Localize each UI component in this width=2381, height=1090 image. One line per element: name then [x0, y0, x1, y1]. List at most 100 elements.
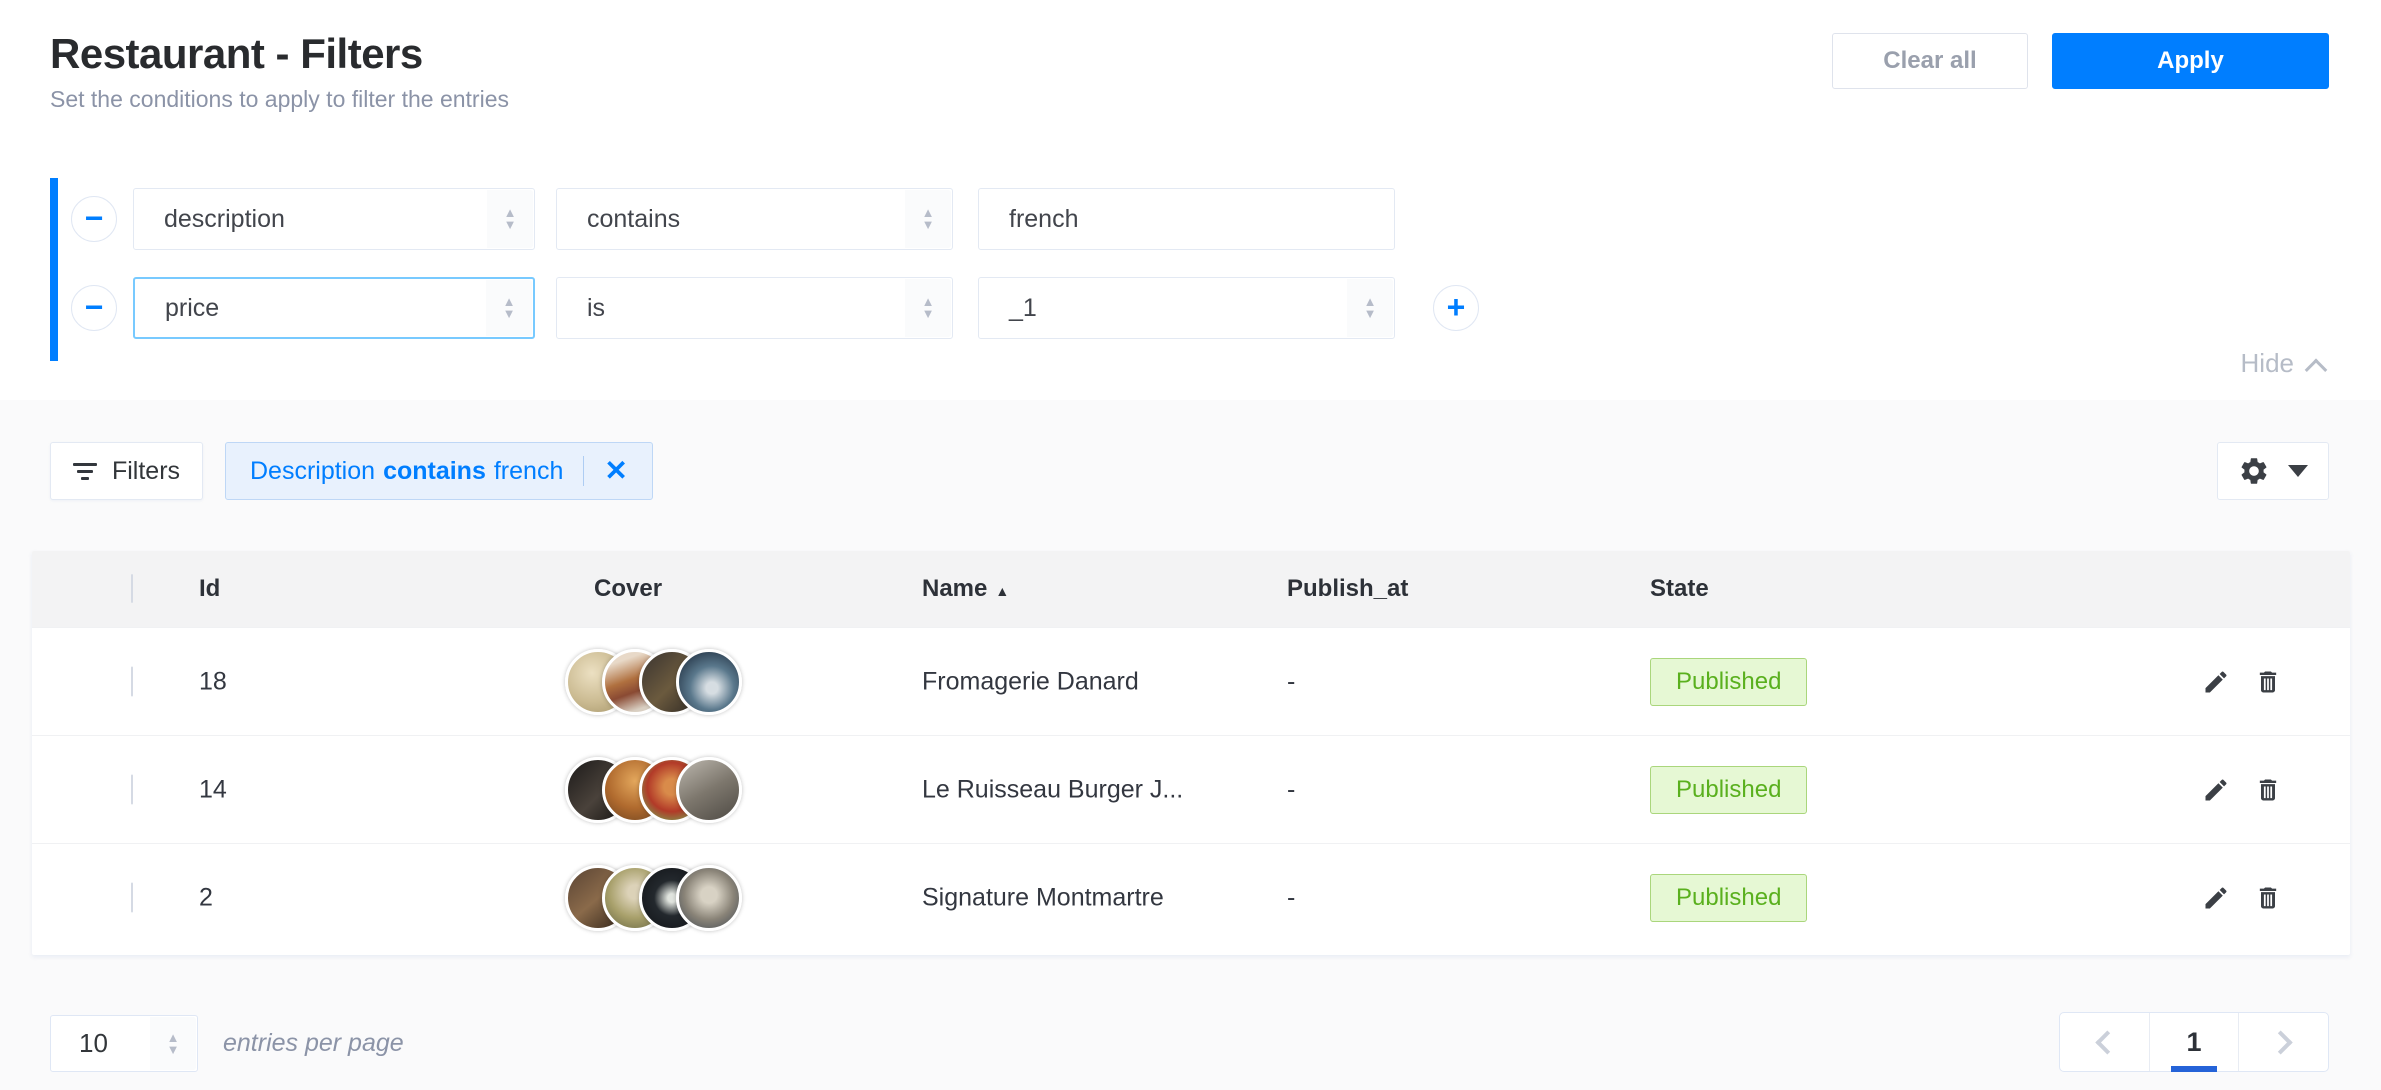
- chip-operator: contains: [383, 457, 486, 486]
- page-subtitle: Set the conditions to apply to filter th…: [50, 86, 509, 113]
- filter-value-text: french: [1009, 205, 1078, 234]
- field-select[interactable]: price ▲▼: [133, 277, 535, 339]
- filters-button-label: Filters: [112, 457, 180, 486]
- edit-icon[interactable]: [2202, 776, 2230, 804]
- row-checkbox[interactable]: [131, 666, 133, 696]
- cover-thumbnails: [565, 757, 745, 823]
- chevron-down-icon: [2288, 465, 2308, 477]
- column-header-id[interactable]: Id: [199, 575, 220, 603]
- cell-id: 18: [199, 667, 227, 696]
- cell-publish-at: -: [1287, 775, 1295, 804]
- clear-all-button[interactable]: Clear all: [1832, 33, 2028, 89]
- spinner-arrows-icon: ▲▼: [905, 190, 951, 248]
- cover-thumbnails: [565, 865, 745, 931]
- cover-image: [676, 865, 742, 931]
- chip-value: french: [494, 457, 563, 486]
- list-toolbar: Filters Description contains french ✕: [50, 442, 2329, 500]
- apply-button[interactable]: Apply: [2052, 33, 2329, 89]
- filter-value-text: _1: [1009, 294, 1037, 323]
- chevron-right-icon: [2269, 1030, 2293, 1054]
- delete-icon[interactable]: [2254, 668, 2282, 696]
- pagination: 1: [2059, 1012, 2329, 1072]
- chevron-up-icon: [2305, 358, 2328, 381]
- column-header-cover: Cover: [594, 575, 662, 603]
- spinner-arrows-icon: ▲▼: [150, 1017, 196, 1070]
- filters-button[interactable]: Filters: [50, 442, 203, 500]
- delete-icon[interactable]: [2254, 884, 2282, 912]
- view-settings-button[interactable]: [2217, 442, 2329, 500]
- spinner-arrows-icon: ▲▼: [905, 279, 951, 337]
- entries-per-page-label: entries per page: [223, 1029, 404, 1058]
- filter-condition-row: − price ▲▼ is ▲▼ _1 ▲▼ +: [71, 277, 1479, 339]
- chevron-left-icon: [2095, 1030, 2119, 1054]
- cell-name: Fromagerie Danard: [922, 667, 1139, 696]
- filter-icon: [73, 463, 97, 480]
- spinner-arrows-icon: ▲▼: [486, 280, 532, 336]
- hide-label: Hide: [2241, 348, 2294, 379]
- spinner-arrows-icon: ▲▼: [1347, 279, 1393, 337]
- cover-thumbnails: [565, 649, 745, 715]
- column-header-state[interactable]: State: [1650, 575, 1709, 603]
- close-icon[interactable]: ✕: [604, 457, 627, 485]
- active-filter-chip[interactable]: Description contains french ✕: [225, 442, 653, 500]
- operator-select[interactable]: contains ▲▼: [556, 188, 953, 250]
- column-header-name[interactable]: Name▲: [922, 575, 1009, 603]
- current-page-number: 1: [2186, 1027, 2201, 1058]
- table-row[interactable]: 2 Signature Montmartre - Published: [32, 843, 2350, 951]
- current-page-indicator: [2171, 1066, 2217, 1072]
- spinner-arrows-icon: ▲▼: [487, 190, 533, 248]
- page-number-button[interactable]: 1: [2149, 1013, 2239, 1071]
- filter-value-input[interactable]: french: [978, 188, 1395, 250]
- page-header: Restaurant - Filters Set the conditions …: [50, 30, 509, 113]
- page-size-select[interactable]: 10 ▲▼: [50, 1015, 198, 1072]
- row-checkbox[interactable]: [131, 774, 133, 804]
- page-title: Restaurant - Filters: [50, 30, 509, 78]
- remove-condition-button[interactable]: −: [71, 196, 117, 242]
- table-row[interactable]: 18 Fromagerie Danard - Published: [32, 627, 2350, 735]
- field-select-value: price: [165, 294, 219, 323]
- filter-group-accent-bar: [50, 178, 58, 361]
- status-badge: Published: [1650, 766, 1807, 814]
- chip-field: Description: [250, 457, 375, 486]
- delete-icon[interactable]: [2254, 776, 2282, 804]
- operator-select[interactable]: is ▲▼: [556, 277, 953, 339]
- hide-filters-link[interactable]: Hide: [2241, 348, 2324, 379]
- cover-image: [676, 757, 742, 823]
- header-actions: Clear all Apply: [1832, 33, 2329, 89]
- previous-page-button[interactable]: [2060, 1013, 2149, 1071]
- edit-icon[interactable]: [2202, 668, 2230, 696]
- edit-icon[interactable]: [2202, 884, 2230, 912]
- page-size-value: 10: [79, 1028, 108, 1059]
- minus-icon: −: [85, 202, 104, 234]
- entries-table: Id Cover Name▲ Publish_at State 18 Froma…: [32, 551, 2350, 955]
- operator-select-value: contains: [587, 205, 680, 234]
- cell-id: 14: [199, 775, 227, 804]
- filter-value-number-input[interactable]: _1 ▲▼: [978, 277, 1395, 339]
- gear-icon: [2238, 455, 2270, 487]
- status-badge: Published: [1650, 658, 1807, 706]
- column-header-publish-at[interactable]: Publish_at: [1287, 575, 1408, 603]
- plus-icon: +: [1447, 291, 1466, 323]
- field-select[interactable]: description ▲▼: [133, 188, 535, 250]
- cover-image: [676, 649, 742, 715]
- cell-name: Signature Montmartre: [922, 883, 1164, 912]
- minus-icon: −: [85, 291, 104, 323]
- next-page-button[interactable]: [2238, 1013, 2328, 1071]
- filters-panel: Restaurant - Filters Set the conditions …: [0, 0, 2381, 400]
- operator-select-value: is: [587, 294, 605, 323]
- status-badge: Published: [1650, 874, 1807, 922]
- row-checkbox[interactable]: [131, 882, 133, 912]
- table-header-row: Id Cover Name▲ Publish_at State: [32, 551, 2350, 627]
- field-select-value: description: [164, 205, 285, 234]
- chip-divider: [583, 456, 584, 486]
- select-all-checkbox[interactable]: [131, 574, 133, 603]
- cell-name: Le Ruisseau Burger J...: [922, 775, 1183, 804]
- filter-condition-row: − description ▲▼ contains ▲▼ french: [71, 188, 1395, 250]
- remove-condition-button[interactable]: −: [71, 285, 117, 331]
- sort-asc-icon: ▲: [995, 583, 1009, 599]
- add-condition-button[interactable]: +: [1433, 285, 1479, 331]
- cell-publish-at: -: [1287, 667, 1295, 696]
- cell-publish-at: -: [1287, 883, 1295, 912]
- cell-id: 2: [199, 883, 213, 912]
- table-row[interactable]: 14 Le Ruisseau Burger J... - Published: [32, 735, 2350, 843]
